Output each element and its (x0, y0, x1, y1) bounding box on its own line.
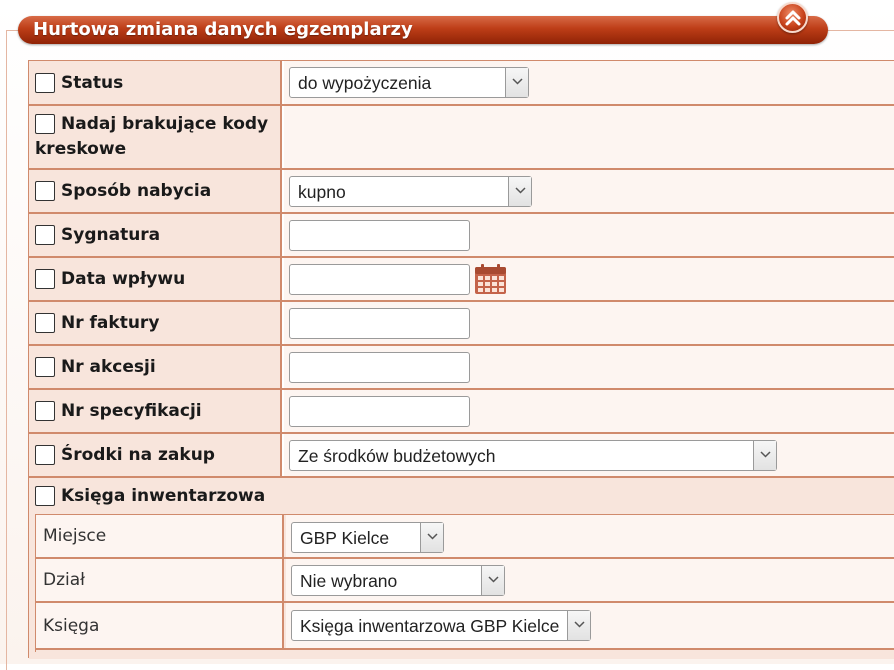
signature-label: Sygnatura (61, 225, 161, 245)
status-label: Status (61, 73, 124, 93)
place-select[interactable]: GBP Kielce (291, 522, 444, 553)
accession-checkbox[interactable] (35, 357, 55, 377)
row-specification: Nr specyfikacji (29, 390, 894, 434)
barcodes-label-line1: Nadaj brakujące kody (61, 114, 269, 134)
funds-select-value: Ze środków budżetowych (298, 446, 496, 466)
funds-select[interactable]: Ze środków budżetowych (289, 440, 777, 471)
row-accession: Nr akcesji (29, 346, 894, 390)
inventory-book-checkbox[interactable] (35, 486, 55, 506)
book-select-value: Księga inwentarzowa GBP Kielce (300, 616, 560, 636)
sub-row-place: Miejsce GBP Kielce (36, 514, 894, 559)
inventory-book-subtable: Miejsce GBP Kielce Dział Nie wybrano Ksi… (35, 514, 894, 652)
date-received-checkbox[interactable] (35, 269, 55, 289)
collapse-button[interactable] (777, 2, 808, 33)
chevron-down-icon (481, 566, 504, 595)
department-select[interactable]: Nie wybrano (291, 565, 505, 596)
department-select-value: Nie wybrano (300, 571, 398, 591)
funds-label: Środki na zakup (61, 445, 215, 465)
invoice-label: Nr faktury (61, 313, 160, 333)
invoice-checkbox[interactable] (35, 313, 55, 333)
panel-title: Hurtowa zmiana danych egzemplarzy (33, 19, 413, 40)
place-select-value: GBP Kielce (300, 528, 390, 548)
chevron-down-icon (508, 177, 531, 206)
date-received-input[interactable] (289, 264, 470, 295)
inventory-book-label: Księga inwentarzowa (61, 486, 266, 506)
invoice-input[interactable] (289, 308, 470, 339)
funds-checkbox[interactable] (35, 445, 55, 465)
place-label: Miejsce (43, 526, 107, 546)
row-invoice: Nr faktury (29, 302, 894, 346)
barcodes-label-line2: kreskowe (35, 139, 127, 159)
signature-checkbox[interactable] (35, 225, 55, 245)
specification-input[interactable] (289, 396, 470, 427)
row-barcodes: Nadaj brakujące kody kreskowe (29, 106, 894, 170)
status-select-value: do wypożyczenia (298, 73, 432, 93)
book-select[interactable]: Księga inwentarzowa GBP Kielce (291, 610, 591, 641)
specification-label: Nr specyfikacji (61, 401, 202, 421)
chevron-down-icon (753, 441, 776, 470)
acquisition-checkbox[interactable] (35, 181, 55, 201)
acquisition-select[interactable]: kupno (289, 176, 532, 207)
sub-row-book: Księga Księga inwentarzowa GBP Kielce (36, 603, 894, 650)
row-status: Status do wypożyczenia (29, 61, 894, 106)
specification-checkbox[interactable] (35, 401, 55, 421)
barcodes-checkbox[interactable] (35, 114, 55, 134)
date-received-label: Data wpływu (61, 269, 186, 289)
book-label: Księga (43, 616, 100, 636)
row-inventory-book: Księga inwentarzowa Miejsce GBP Kielce D… (29, 478, 894, 659)
row-signature: Sygnatura (29, 214, 894, 258)
chevron-down-icon (567, 611, 590, 640)
row-date-received: Data wpływu (29, 258, 894, 302)
accession-input[interactable] (289, 352, 470, 383)
sub-row-department: Dział Nie wybrano (36, 559, 894, 603)
acquisition-label: Sposób nabycia (61, 181, 212, 201)
acquisition-select-value: kupno (298, 182, 346, 202)
chevron-down-icon (420, 523, 443, 552)
panel-header: Hurtowa zmiana danych egzemplarzy (18, 16, 828, 44)
calendar-icon[interactable] (474, 263, 507, 299)
chevron-down-icon (505, 68, 528, 97)
accession-label: Nr akcesji (61, 357, 156, 377)
status-select[interactable]: do wypożyczenia (289, 67, 529, 98)
bulk-edit-form: Status do wypożyczenia Nadaj brakujące k… (28, 60, 894, 659)
signature-input[interactable] (289, 220, 470, 251)
department-label: Dział (43, 570, 85, 590)
row-acquisition: Sposób nabycia kupno (29, 170, 894, 214)
status-checkbox[interactable] (35, 73, 55, 93)
row-funds: Środki na zakup Ze środków budżetowych (29, 434, 894, 478)
